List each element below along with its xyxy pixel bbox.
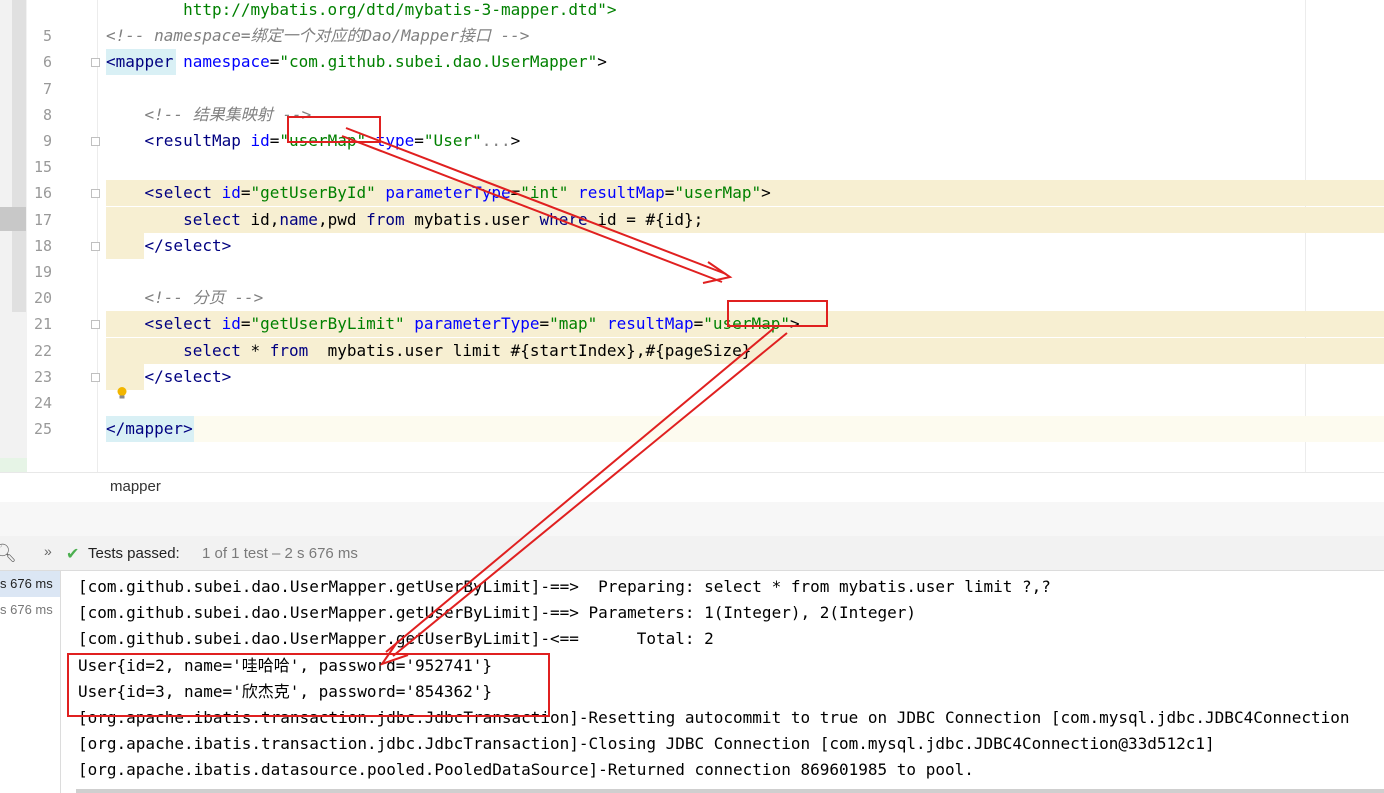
code-text: select id,name,pwd from mybatis.user whe…: [106, 209, 704, 229]
test-tree-item[interactable]: s 676 ms: [0, 571, 60, 597]
line-number: 19: [33, 263, 52, 281]
line-number: 22: [33, 341, 52, 360]
code-line[interactable]: 23 </select>: [0, 363, 1384, 390]
line-number: 5: [42, 27, 52, 46]
code-text: <select id="getUserByLimit" parameterTyp…: [106, 314, 800, 334]
code-text: <mapper namespace="com.github.subei.dao.…: [106, 52, 607, 72]
line-number: 20: [33, 289, 52, 308]
code-line[interactable]: 22 select * from mybatis.user limit #{st…: [0, 337, 1384, 364]
line-number: 24: [33, 394, 52, 412]
line-number: 18: [33, 236, 52, 255]
code-line[interactable]: 20 <!-- 分页 -->: [0, 285, 1384, 311]
line-number: 9: [42, 132, 52, 150]
fold-icon[interactable]: [91, 241, 100, 251]
fold-icon[interactable]: [91, 137, 100, 146]
console-line: [com.github.subei.dao.UserMapper.getUser…: [78, 603, 917, 623]
code-line[interactable]: 8 <!-- 结果集映射 -->: [0, 102, 1384, 128]
console-line: [org.apache.ibatis.datasource.pooled.Poo…: [78, 760, 974, 780]
fold-icon[interactable]: [91, 372, 100, 382]
code-editor[interactable]: http://mybatis.org/dtd/mybatis-3-mapper.…: [0, 0, 1384, 472]
code-text: </mapper>: [106, 419, 193, 439]
line-number: 23: [33, 367, 52, 386]
code-text: <select id="getUserById" parameterType="…: [106, 183, 771, 203]
console-line: [com.github.subei.dao.UserMapper.getUser…: [78, 577, 1051, 596]
code-line[interactable]: 24: [0, 390, 1384, 416]
code-line[interactable]: 5 <!-- namespace=绑定一个对应的Dao/Mapper接口 -->: [0, 23, 1384, 49]
line-number: 17: [33, 210, 52, 229]
code-line[interactable]: http://mybatis.org/dtd/mybatis-3-mapper.…: [0, 0, 1384, 23]
line-number: 8: [42, 105, 52, 124]
code-text: <!-- 结果集映射 -->: [106, 104, 312, 124]
code-line[interactable]: 9 <resultMap id="userMap" type="User"...…: [0, 128, 1384, 154]
line-number: 21: [33, 315, 52, 334]
search-icon[interactable]: 🔍︎: [0, 543, 17, 564]
console-line: [org.apache.ibatis.transaction.jdbc.Jdbc…: [78, 734, 1215, 754]
test-status-detail: 1 of 1 test – 2 s 676 ms: [202, 545, 358, 562]
fold-icon[interactable]: [91, 189, 100, 199]
run-marker: [0, 458, 27, 472]
breadcrumb-label[interactable]: mapper: [110, 478, 161, 495]
horizontal-scrollbar[interactable]: [76, 789, 1384, 793]
expand-icon[interactable]: »: [44, 543, 52, 559]
run-toolbar: 🔍︎ » ✔ Tests passed: 1 of 1 test – 2 s 6…: [0, 536, 1384, 571]
fold-icon[interactable]: [91, 58, 100, 68]
code-text: <!-- namespace=绑定一个对应的Dao/Mapper接口 -->: [106, 26, 530, 46]
line-number: 15: [33, 158, 52, 177]
panel-divider: [0, 502, 1384, 536]
code-line[interactable]: 15: [0, 154, 1384, 180]
code-line[interactable]: 17 select id,name,pwd from mybatis.user …: [0, 206, 1384, 233]
code-line[interactable]: 25 </mapper>: [0, 416, 1384, 443]
breadcrumb[interactable]: mapper: [0, 472, 1384, 504]
test-status-label: Tests passed:: [88, 545, 180, 562]
code-text: <!-- 分页 -->: [106, 288, 264, 308]
fold-icon[interactable]: [91, 320, 100, 330]
caret-line-highlight: [106, 416, 1384, 443]
line-number: 6: [42, 53, 52, 72]
test-tree-item[interactable]: s 676 ms: [0, 597, 60, 623]
code-line[interactable]: 21 <select id="getUserByLimit" parameter…: [0, 311, 1384, 338]
line-number: [0, 0, 52, 23]
code-line[interactable]: 18 </select>: [0, 232, 1384, 259]
check-icon: ✔: [66, 546, 80, 563]
console-line: [com.github.subei.dao.UserMapper.getUser…: [78, 629, 714, 649]
code-line[interactable]: 7: [0, 76, 1384, 102]
test-tree[interactable]: s 676 ms s 676 ms: [0, 571, 61, 793]
code-line[interactable]: 16 <select id="getUserById" parameterTyp…: [0, 180, 1384, 207]
code-text: </select>: [106, 235, 232, 255]
line-number: 16: [33, 184, 52, 203]
annotation-box-resultmap-id: [287, 116, 381, 143]
lightbulb-icon[interactable]: [115, 386, 129, 400]
annotation-box-result-rows: [67, 653, 550, 717]
line-number: 7: [42, 79, 52, 98]
code-text: select * from mybatis.user limit #{start…: [106, 340, 752, 360]
code-line[interactable]: 6 <mapper namespace="com.github.subei.dao…: [0, 49, 1384, 76]
line-number: 25: [33, 420, 52, 439]
annotation-box-resultmap-ref: [727, 300, 828, 327]
code-line[interactable]: 19: [0, 259, 1384, 285]
code-text: http://mybatis.org/dtd/mybatis-3-mapper.…: [106, 0, 617, 19]
